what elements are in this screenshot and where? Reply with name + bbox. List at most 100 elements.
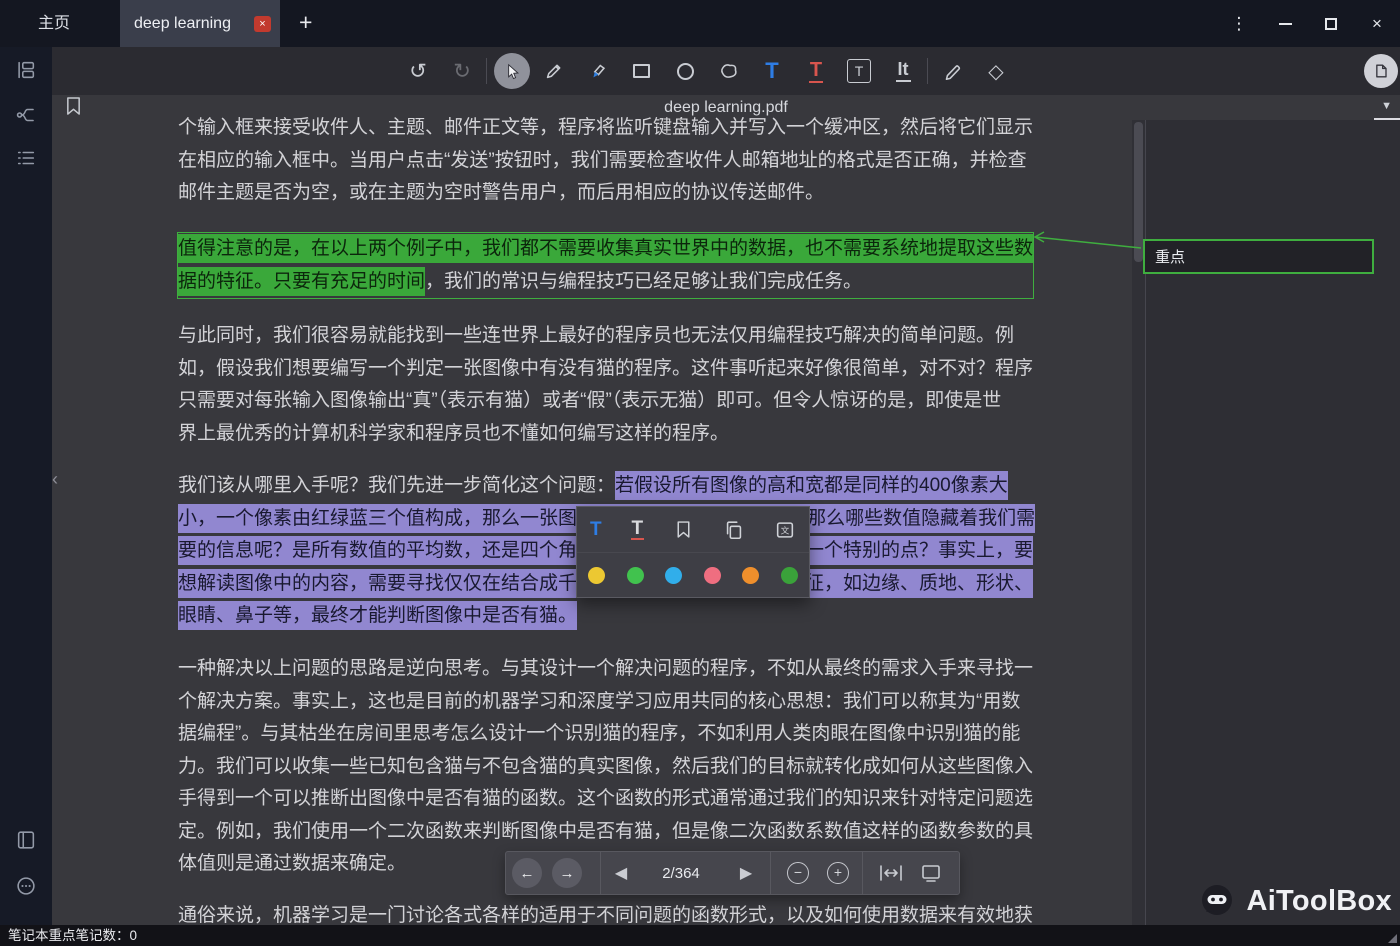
text-line: 定。例如，我们使用一个二次函数来判断图像中是否有猫，但是像二次函数系数值这样的函… <box>178 816 1033 849</box>
rectangle-tool-button[interactable] <box>623 47 659 95</box>
resize-grip[interactable] <box>1388 934 1397 943</box>
bookmark-tool-icon[interactable] <box>673 519 694 540</box>
paragraph: 与此同时，我们很容易就能找到一些连世界上最好的程序员也无法仅用编程技巧解决的简单… <box>178 320 1033 450</box>
notes-list-icon <box>17 151 35 165</box>
sidebar-outline-button[interactable] <box>15 59 37 81</box>
cursor-icon <box>508 63 520 80</box>
bookmark-icon[interactable] <box>65 96 82 117</box>
text-segment: ，我们的常识与编程技巧已经足够让我们完成任务。 <box>425 270 863 292</box>
status-bar: 笔记本重点笔记数：0 <box>0 925 1400 946</box>
fit-width-icon[interactable] <box>878 863 904 883</box>
tab-home[interactable]: 主页 <box>30 0 78 47</box>
nav-separator <box>600 852 601 894</box>
color-swatch-yellow[interactable] <box>588 566 605 584</box>
text-line: 个输入框来接受收件人、主题、邮件正文等，程序将监听键盘输入并写入一个缓冲区，然后… <box>178 117 1033 145</box>
nav-separator <box>770 852 771 894</box>
page-view-button[interactable] <box>1364 54 1398 88</box>
text-segment: 邮件主题是否为空，或在主题为空时警告用户，而后用相应的协议传送邮件。 <box>178 182 825 203</box>
previous-page-button[interactable]: ◀ <box>606 863 636 883</box>
text-box-tool-button[interactable]: T <box>841 47 877 95</box>
history-back-button[interactable]: ← <box>512 858 542 888</box>
text-line: 眼睛、鼻子等，最终才能判断图像中是否有猫。 <box>178 600 1035 633</box>
rectangle-icon <box>632 64 650 78</box>
paragraph: 一种解决以上问题的思路是逆向思考。与其设计一个解决问题的程序，不如从最终的需求入… <box>178 653 1033 881</box>
text-underline-tool-button[interactable]: T <box>798 47 834 95</box>
text-line: 通俗来说，机器学习是一门讨论各式各样的适用于不同问题的函数形式，以及如何使用数据… <box>178 900 1033 925</box>
annotation-toolbar: ↺ ↻ T T T It ◇ <box>52 47 1400 95</box>
left-sidebar <box>0 47 52 925</box>
copy-tool-icon[interactable] <box>723 519 745 541</box>
history-forward-button[interactable]: → <box>552 858 582 888</box>
highlight-text-tool[interactable]: T <box>590 519 602 541</box>
insert-text-tool-button[interactable]: It <box>885 47 921 95</box>
translate-tool-icon[interactable]: 文 <box>774 519 796 541</box>
titlebar: 主页 deep learning × + ⋮ × <box>0 0 1400 47</box>
popup-colors-row <box>577 553 809 597</box>
outline-panel-icon <box>18 61 35 79</box>
sidebar-more-button[interactable] <box>15 875 37 897</box>
pencil-tool-button[interactable] <box>536 47 572 95</box>
text-segment: 个解决方案。事实上，这也是目前的机器学习和深度学习应用共同的核心思想：我们可以称… <box>178 690 1021 712</box>
underline-text-tool[interactable]: T <box>630 518 645 541</box>
color-swatch-dark-green[interactable] <box>780 566 798 584</box>
text-segment: 如，假设我们想要编写一个判定一张图像中有没有猫的程序。这件事听起来好像很简单，对… <box>178 357 1034 379</box>
purple-highlight[interactable]: 眼睛、鼻子等，最终才能判断图像中是否有猫。 <box>178 601 578 630</box>
minimize-button[interactable] <box>1262 0 1308 47</box>
zoom-out-button[interactable]: − <box>787 862 809 884</box>
tab-document[interactable]: deep learning × <box>120 0 280 47</box>
menu-icon[interactable]: ⋮ <box>1216 0 1262 47</box>
svg-text:文: 文 <box>781 524 790 535</box>
maximize-button[interactable] <box>1308 0 1354 47</box>
color-swatch-blue[interactable] <box>665 566 683 584</box>
sidebar-book-button[interactable] <box>15 829 37 851</box>
note-card[interactable]: 重点 <box>1143 239 1374 274</box>
redo-button[interactable]: ↻ <box>444 47 480 95</box>
eraser-tool-button[interactable]: ◇ <box>978 47 1014 95</box>
sidebar-notes-list-button[interactable] <box>15 147 37 169</box>
document-title: deep learning.pdf <box>664 98 788 116</box>
fit-page-icon[interactable] <box>918 863 944 883</box>
undo-button[interactable]: ↺ <box>400 47 436 95</box>
text-segment: 定。例如，我们使用一个二次函数来判断图像中是否有猫，但是像二次函数系数值这样的函… <box>178 820 1034 842</box>
tab-close-button[interactable]: × <box>254 15 271 32</box>
selected-tool-ring <box>494 53 530 89</box>
pencil-icon <box>546 64 561 79</box>
caret-down-icon[interactable]: ▼ <box>1381 100 1392 112</box>
toolbar-separator <box>486 58 487 84</box>
note-text: 重点 <box>1155 249 1186 266</box>
text-underline-icon: T <box>808 58 824 83</box>
text-line: 力。我们可以收集一些已知包含猫与不包含猫的真实图像，然后我们的目标就转化成如何从… <box>178 751 1033 784</box>
text-highlight-tool-button[interactable]: T <box>754 47 790 95</box>
sidebar-mindmap-button[interactable] <box>15 104 37 126</box>
collapse-panel-handle[interactable]: ‹ <box>52 466 66 492</box>
highlighter-tool-button[interactable] <box>580 47 616 95</box>
text-line: 我们该从哪里入手呢？我们先进一步简化这个问题：若假设所有图像的高和宽都是同样的4… <box>178 470 1035 503</box>
purple-highlight[interactable]: 若假设所有图像的高和宽都是同样的400像素大 <box>615 471 1008 500</box>
new-tab-button[interactable]: + <box>293 0 318 47</box>
lasso-tool-button[interactable] <box>711 47 747 95</box>
close-button[interactable]: × <box>1354 0 1400 47</box>
page-navigation-bar: ← → ◀ 2/364 ▶ − + <box>505 851 960 895</box>
ellipse-tool-button[interactable] <box>667 47 703 95</box>
mindmap-icon <box>16 108 34 122</box>
zoom-in-button[interactable]: + <box>827 862 849 884</box>
green-highlight[interactable]: 值得注意的是，在以上两个例子中，我们都不需要收集真实世界中的数据，也不需要系统地… <box>178 234 1034 263</box>
paragraph: 通俗来说，机器学习是一门讨论各式各样的适用于不同问题的函数形式，以及如何使用数据… <box>178 900 1033 925</box>
text-segment: 体值则是通过数据来确定。 <box>178 853 407 874</box>
text-line: 据编程”。与其枯坐在房间里思考怎么设计一个识别猫的程序，不如利用人类肉眼在图像中… <box>178 718 1033 751</box>
color-swatch-green[interactable] <box>626 566 644 584</box>
page-indicator[interactable]: 2/364 <box>636 865 726 882</box>
lasso-icon <box>721 64 737 78</box>
select-tool-button[interactable] <box>492 47 532 95</box>
green-highlight[interactable]: 据的特征。只要有充足的时间 <box>178 266 426 296</box>
tab-label: deep learning <box>134 14 231 32</box>
next-page-button[interactable]: ▶ <box>731 863 761 883</box>
highlighter-icon <box>593 64 606 78</box>
color-swatch-pink[interactable] <box>703 566 721 584</box>
color-swatch-orange[interactable] <box>742 566 760 584</box>
stylus-tool-button[interactable] <box>934 47 970 95</box>
brand-name: AiToolBox <box>1246 884 1392 917</box>
annotation-popup: T T 文 <box>576 506 810 598</box>
aitoolbox-watermark: AiToolBox <box>1197 881 1392 921</box>
ellipse-icon <box>676 62 694 80</box>
